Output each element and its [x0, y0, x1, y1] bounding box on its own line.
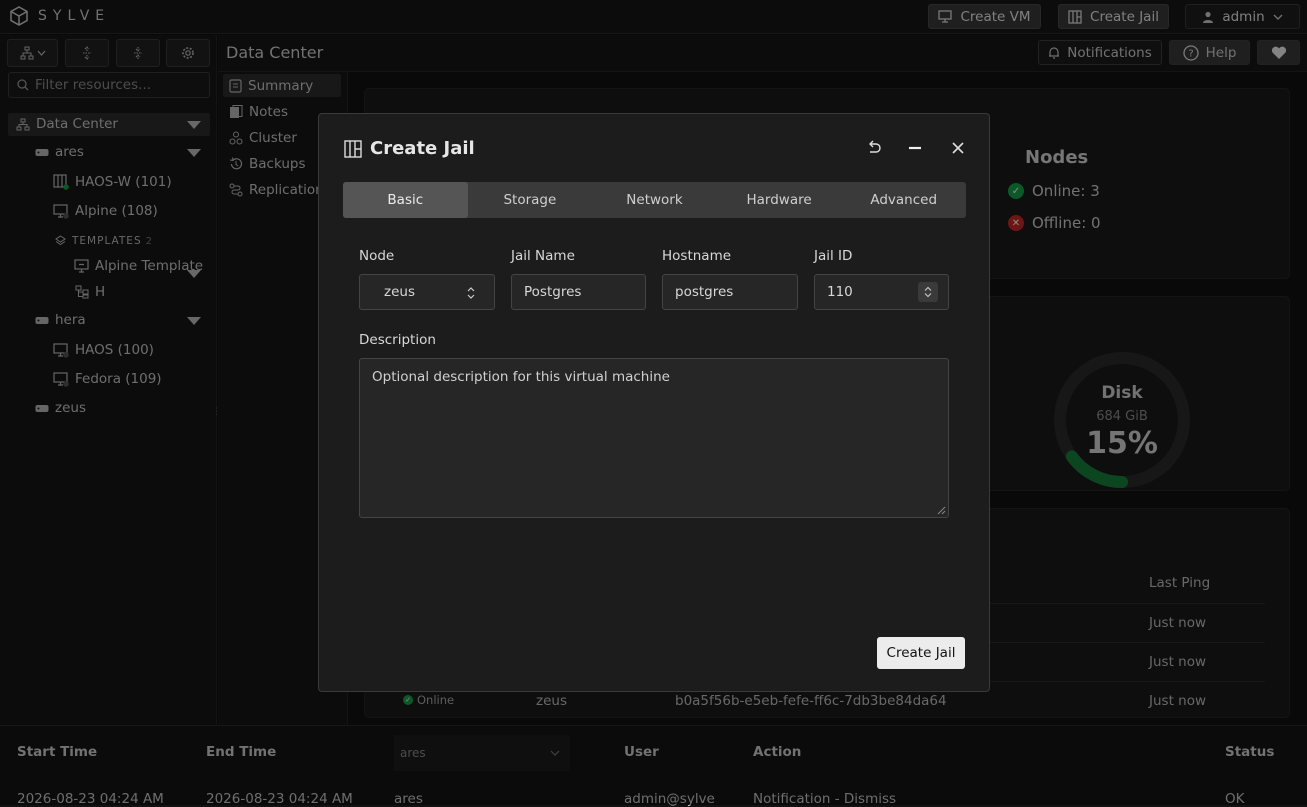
- create-jail-dialog: Create Jail Basic Storage Network Hardwa…: [318, 113, 990, 692]
- dialog-tabs: Basic Storage Network Hardware Advanced: [343, 182, 966, 218]
- jail-name-input[interactable]: Postgres: [511, 274, 646, 310]
- jail-id-value: 110: [827, 284, 853, 300]
- close-icon[interactable]: [951, 140, 965, 156]
- hostname-value: postgres: [675, 284, 734, 300]
- description-label: Description: [359, 332, 436, 348]
- resize-grip-icon[interactable]: [937, 506, 946, 515]
- hostname-label: Hostname: [662, 248, 732, 264]
- dialog-title-text: Create Jail: [370, 138, 475, 159]
- chevron-up-down-icon: [924, 286, 932, 298]
- jail-icon: [344, 139, 362, 158]
- jail-id-label: Jail ID: [814, 248, 853, 264]
- minimize-icon[interactable]: [908, 140, 922, 156]
- description-placeholder: Optional description for this virtual ma…: [372, 369, 670, 385]
- hostname-input[interactable]: postgres: [662, 274, 798, 310]
- tab-advanced[interactable]: Advanced: [841, 182, 966, 218]
- tab-network[interactable]: Network: [592, 182, 717, 218]
- tab-basic[interactable]: Basic: [343, 182, 468, 218]
- node-select[interactable]: zeus: [359, 274, 495, 310]
- reset-icon[interactable]: [866, 140, 882, 156]
- jail-id-stepper[interactable]: 110: [814, 274, 949, 310]
- chevron-up-down-icon: [467, 287, 475, 299]
- node-select-value: zeus: [384, 284, 415, 300]
- stepper-control[interactable]: [918, 282, 938, 302]
- jail-name-value: Postgres: [524, 284, 582, 300]
- description-textarea[interactable]: Optional description for this virtual ma…: [359, 358, 949, 518]
- dialog-title: Create Jail: [344, 138, 475, 159]
- create-jail-submit-button[interactable]: Create Jail: [877, 637, 965, 669]
- jail-name-label: Jail Name: [511, 248, 575, 264]
- node-label: Node: [359, 248, 395, 264]
- tab-storage[interactable]: Storage: [468, 182, 593, 218]
- tab-hardware[interactable]: Hardware: [717, 182, 842, 218]
